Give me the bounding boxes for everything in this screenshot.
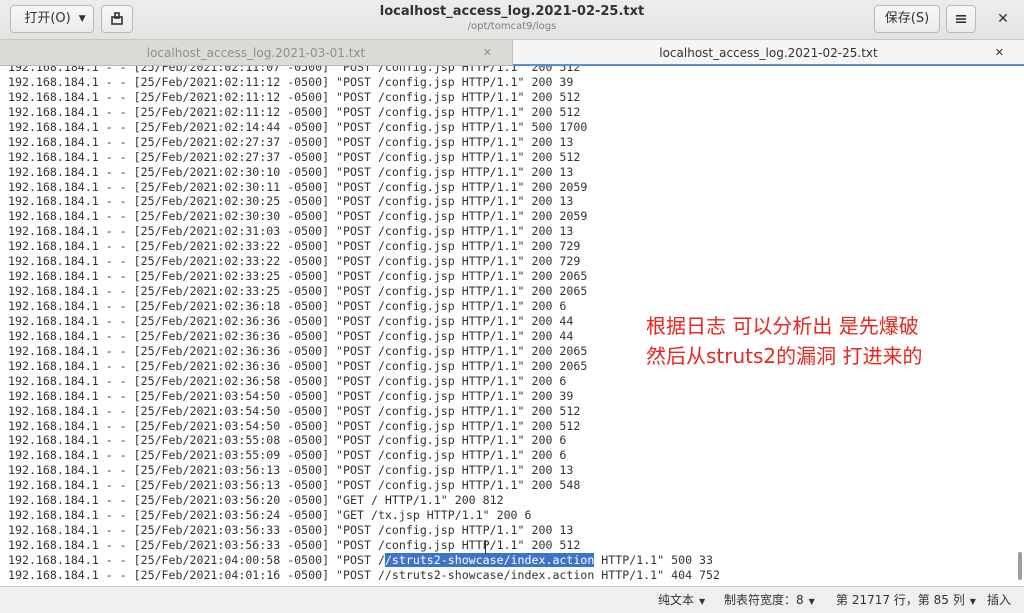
tab-active[interactable]: localhost_access_log.2021-02-25.txt ✕ (512, 40, 1024, 66)
close-window-button[interactable]: ✕ (992, 8, 1014, 30)
log-line: 192.168.184.1 - - [25/Feb/2021:03:55:08 … (8, 433, 567, 448)
save-button[interactable]: 保存(S) (874, 5, 940, 33)
annotation-overlay: 根据日志 可以分析出 是先爆破 然后从struts2的漏洞 打进来的 (646, 311, 923, 371)
tab-label: localhost_access_log.2021-02-25.txt (659, 46, 878, 60)
log-line: 192.168.184.1 - - [25/Feb/2021:02:30:25 … (8, 194, 574, 209)
log-line: 192.168.184.1 - - [25/Feb/2021:02:30:30 … (8, 209, 588, 224)
tab-inactive[interactable]: localhost_access_log.2021-03-01.txt ✕ (0, 40, 512, 66)
log-line: 192.168.184.1 - - [25/Feb/2021:02:36:36 … (8, 358, 588, 373)
log-line: 192.168.184.1 - - [25/Feb/2021:03:54:50 … (8, 403, 581, 418)
log-line: 192.168.184.1 - - [25/Feb/2021:02:11:12 … (8, 74, 574, 89)
open-button-label: 打开(O) (24, 11, 71, 26)
status-bar: 纯文本 ▼ 制表符宽度：8 ▼ 第 21717 行，第 85 列 ▼ 插入 (0, 586, 1024, 613)
new-document-icon (111, 12, 123, 25)
log-line: 192.168.184.1 - - [25/Feb/2021:03:54:50 … (8, 418, 581, 433)
tab-width-label: 制表符宽度：8 (724, 593, 804, 607)
log-line: 192.168.184.1 - - [25/Feb/2021:02:33:22 … (8, 254, 581, 269)
log-line: 192.168.184.1 - - [25/Feb/2021:03:56:13 … (8, 463, 574, 478)
log-line: 192.168.184.1 - - [25/Feb/2021:03:56:13 … (8, 478, 581, 493)
chevron-down-icon: ▼ (969, 597, 976, 606)
new-document-button[interactable] (101, 5, 133, 33)
chevron-down-icon: ▼ (699, 597, 706, 606)
scrollbar-thumb[interactable] (1018, 552, 1022, 580)
log-line: 192.168.184.1 - - [25/Feb/2021:02:30:11 … (8, 179, 588, 194)
language-label: 纯文本 (658, 593, 695, 607)
log-line: 192.168.184.1 - - [25/Feb/2021:02:14:44 … (8, 119, 588, 134)
log-line: 192.168.184.1 - - [25/Feb/2021:03:56:20 … (8, 493, 504, 508)
window-title-block: localhost_access_log.2021-02-25.txt /opt… (300, 4, 724, 32)
log-line: 192.168.184.1 - - [25/Feb/2021:03:56:33 … (8, 538, 581, 552)
log-line: 192.168.184.1 - - [25/Feb/2021:02:36:36 … (8, 313, 574, 328)
open-button[interactable]: 打开(O) ▼ (10, 5, 94, 33)
log-line: 192.168.184.1 - - [25/Feb/2021:02:36:58 … (8, 373, 567, 388)
close-icon[interactable]: ✕ (483, 40, 492, 66)
log-line: 192.168.184.1 - - [25/Feb/2021:02:27:37 … (8, 149, 581, 164)
log-line-suffix: HTTP/1.1" 500 33 (594, 552, 713, 567)
close-icon[interactable]: ✕ (995, 40, 1004, 66)
text-view[interactable]: 192.168.184.1 - - [25/Feb/2021:02:11:07 … (0, 66, 1024, 586)
hamburger-menu-button[interactable] (946, 5, 976, 33)
log-line: 192.168.184.1 - - [25/Feb/2021:02:27:37 … (8, 134, 574, 149)
log-line: 192.168.184.1 - - [25/Feb/2021:02:11:07 … (8, 66, 581, 74)
text-editor-window: 打开(O) ▼ localhost_access_log.2021-02-25.… (0, 0, 1024, 613)
hamburger-icon (956, 15, 966, 23)
log-line-selected: 192.168.184.1 - - [25/Feb/2021:04:00:58 … (8, 552, 720, 568)
cursor-position-selector[interactable]: 第 21717 行，第 85 列 ▼ (836, 587, 976, 613)
chevron-down-icon: ▼ (808, 597, 815, 606)
selected-text[interactable]: /struts2-showcase/index.action (384, 552, 595, 567)
log-line: 192.168.184.1 - - [25/Feb/2021:04:01:16 … (8, 567, 720, 582)
vertical-scrollbar[interactable] (1018, 72, 1022, 582)
annotation-line-2: 然后从struts2的漏洞 打进来的 (646, 344, 923, 368)
log-line: 192.168.184.1 - - [25/Feb/2021:02:33:22 … (8, 239, 581, 254)
log-line: 192.168.184.1 - - [25/Feb/2021:02:33:25 … (8, 269, 588, 284)
log-line: 192.168.184.1 - - [25/Feb/2021:02:31:03 … (8, 224, 574, 239)
log-line-prefix: 192.168.184.1 - - [25/Feb/2021:04:00:58 … (8, 552, 385, 567)
log-line: 192.168.184.1 - - [25/Feb/2021:03:54:50 … (8, 388, 574, 403)
log-line: 192.168.184.1 - - [25/Feb/2021:03:56:33 … (8, 523, 574, 538)
log-line: 192.168.184.1 - - [25/Feb/2021:03:56:24 … (8, 508, 532, 523)
tab-label: localhost_access_log.2021-03-01.txt (146, 46, 366, 60)
log-line: 192.168.184.1 - - [25/Feb/2021:03:55:09 … (8, 448, 567, 463)
log-line: 192.168.184.1 - - [25/Feb/2021:02:11:12 … (8, 104, 581, 119)
log-line: 192.168.184.1 - - [25/Feb/2021:02:36:36 … (8, 328, 574, 343)
log-line: 192.168.184.1 - - [25/Feb/2021:02:36:36 … (8, 343, 588, 358)
log-line: 192.168.184.1 - - [25/Feb/2021:02:36:18 … (8, 299, 567, 313)
text-cursor (485, 540, 486, 554)
log-line: 192.168.184.1 - - [25/Feb/2021:02:11:12 … (8, 89, 581, 104)
tab-bar: localhost_access_log.2021-03-01.txt ✕ lo… (0, 40, 1024, 66)
annotation-line-1: 根据日志 可以分析出 是先爆破 (646, 314, 919, 338)
window-subtitle: /opt/tomcat9/logs (467, 21, 557, 32)
header-bar: 打开(O) ▼ localhost_access_log.2021-02-25.… (0, 0, 1024, 40)
chevron-down-icon: ▼ (78, 14, 86, 24)
log-line: 192.168.184.1 - - [25/Feb/2021:02:30:10 … (8, 164, 574, 179)
log-lines: 192.168.184.1 - - [25/Feb/2021:02:11:07 … (8, 66, 720, 583)
log-line: 192.168.184.1 - - [25/Feb/2021:02:33:25 … (8, 284, 588, 299)
close-icon: ✕ (997, 11, 1009, 27)
language-selector[interactable]: 纯文本 ▼ (658, 587, 705, 613)
cursor-position-label: 第 21717 行，第 85 列 (836, 593, 965, 607)
tab-width-selector[interactable]: 制表符宽度：8 ▼ (724, 587, 815, 613)
insert-mode-indicator: 插入 (987, 593, 1012, 607)
window-title: localhost_access_log.2021-02-25.txt (379, 4, 645, 19)
